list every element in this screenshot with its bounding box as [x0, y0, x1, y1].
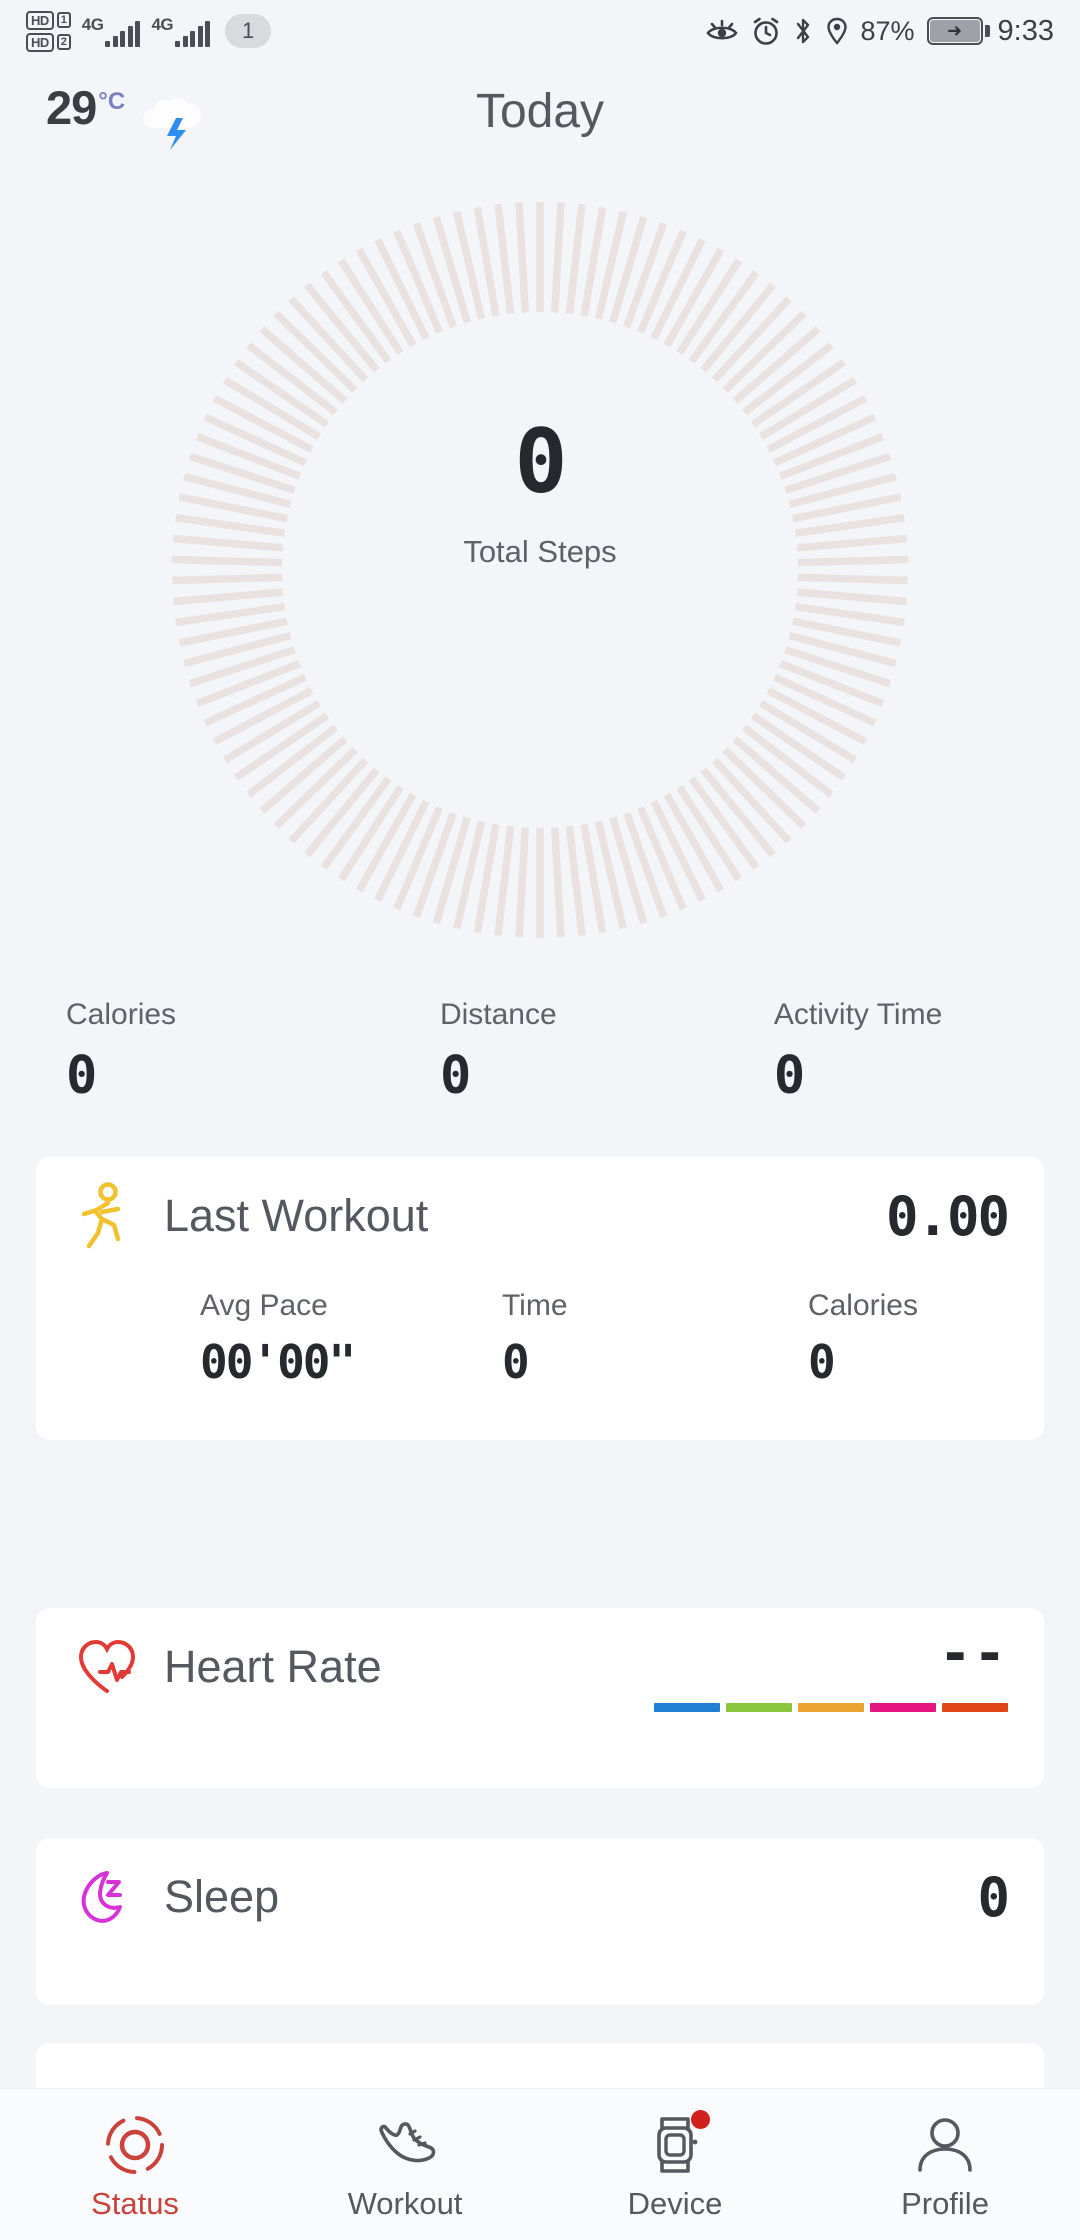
- last-workout-distance-value: 0.00: [885, 1184, 1010, 1248]
- network-type-2: 4G: [151, 14, 174, 34]
- last-workout-stats: Avg Pace 00'00" Time 0 Calories 0: [36, 1289, 1044, 1389]
- nav-item-workout[interactable]: Workout: [270, 2108, 540, 2222]
- nav-item-status[interactable]: Status: [0, 2108, 270, 2222]
- signal-bars-icon-1: [105, 20, 141, 47]
- workout-stat-avg-pace: Avg Pace 00'00": [72, 1289, 384, 1389]
- summary-label: Activity Time: [773, 998, 943, 1031]
- nav-label-profile: Profile: [901, 2185, 989, 2221]
- sim1-hd-indicator: HD 1: [26, 10, 71, 30]
- signal-indicator-2: 4G: [151, 14, 211, 47]
- network-type-1: 4G: [81, 14, 104, 34]
- last-workout-card[interactable]: Last Workout 0.00 Avg Pace 00'00" Time 0…: [36, 1157, 1044, 1440]
- bluetooth-icon: [793, 16, 813, 46]
- workout-stat-label: Time: [501, 1289, 568, 1322]
- hd-label-1: HD: [26, 10, 54, 30]
- heart-rate-zone-1: [654, 1703, 720, 1712]
- sim-number-2: 2: [56, 34, 71, 50]
- battery-percent-label: 87%: [860, 15, 915, 46]
- location-icon: [825, 16, 849, 46]
- summary-value: 0: [439, 1046, 471, 1106]
- nav-label-status: Status: [91, 2185, 179, 2221]
- running-shoe-icon: [369, 2108, 441, 2182]
- eye-comfort-icon: [705, 18, 739, 44]
- smartwatch-icon: [642, 2108, 710, 2182]
- alarm-icon: [751, 16, 781, 46]
- last-workout-value-wrap: 0.00: [885, 1184, 1010, 1248]
- nav-label-device: Device: [627, 2185, 723, 2221]
- sleep-card[interactable]: Sleep 0: [36, 1838, 1044, 2005]
- steps-ring-ticks: [172, 202, 908, 938]
- signal-indicator-1: 4G: [82, 16, 141, 47]
- status-bar: HD 1 HD 2 4G 4G 1 87% ➜ 9:33: [0, 0, 1080, 62]
- last-workout-card-header: Last Workout 0.00: [36, 1157, 1044, 1275]
- notification-count-badge: 1: [225, 14, 272, 48]
- heart-pulse-icon: [72, 1632, 142, 1702]
- running-person-icon: [72, 1181, 142, 1251]
- cloud-lightning-icon: [131, 88, 221, 150]
- workout-stat-value: 0: [807, 1335, 836, 1389]
- workout-stat-value: 00'00": [200, 1335, 356, 1389]
- nav-item-profile[interactable]: Profile: [810, 2108, 1080, 2222]
- activity-rings-icon: [102, 2108, 168, 2182]
- sim2-hd-indicator: HD 2: [26, 32, 71, 52]
- total-steps-label: Total Steps: [463, 534, 617, 569]
- steps-ring-center: 0 Total Steps: [160, 418, 920, 570]
- status-bar-right: 87% ➜ 9:33: [705, 14, 1054, 48]
- heart-rate-card-header: Heart Rate --: [36, 1608, 1044, 1726]
- device-notification-badge: [691, 2109, 710, 2129]
- sleep-card-header: Sleep 0: [36, 1838, 1044, 1956]
- sleep-value-wrap: 0: [977, 1865, 1009, 1929]
- daily-summary-row: Calories 0 Distance 0 Activity Time 0: [0, 998, 1080, 1106]
- battery-charging-icon: ➜: [926, 17, 990, 45]
- workout-stat-calories: Calories 0: [696, 1289, 1008, 1389]
- summary-value: 0: [66, 1046, 97, 1106]
- weather-unit: °C: [98, 88, 126, 115]
- workout-stat-time: Time 0: [384, 1289, 696, 1389]
- workout-stat-value: 0: [501, 1335, 530, 1389]
- bottom-navigation: Status Workout Device Profile: [0, 2088, 1080, 2240]
- heart-rate-card[interactable]: Heart Rate --: [36, 1608, 1044, 1788]
- summary-label: Distance: [439, 998, 557, 1031]
- dual-sim-indicators: HD 1 HD 2: [26, 10, 71, 52]
- heart-rate-value: --: [938, 1622, 1008, 1685]
- heart-rate-zone-5: [942, 1703, 1008, 1712]
- page-header: Today 29 °C: [0, 62, 1080, 172]
- last-workout-title: Last Workout: [164, 1190, 429, 1241]
- heart-rate-value-wrap: --: [654, 1622, 1008, 1712]
- heart-rate-zone-2: [726, 1703, 792, 1712]
- summary-item-distance[interactable]: Distance 0: [382, 998, 698, 1106]
- summary-value: 0: [773, 1046, 805, 1106]
- heart-rate-zone-4: [870, 1703, 936, 1712]
- summary-item-activity-time[interactable]: Activity Time 0: [698, 998, 1014, 1106]
- clock-label: 9:33: [997, 14, 1054, 47]
- workout-stat-label: Avg Pace: [200, 1289, 328, 1322]
- nav-item-device[interactable]: Device: [540, 2108, 810, 2222]
- workout-stat-label: Calories: [807, 1289, 918, 1322]
- status-bar-left: HD 1 HD 2 4G 4G 1: [26, 10, 272, 52]
- total-steps-value: 0: [514, 410, 568, 513]
- person-icon: [912, 2108, 978, 2182]
- heart-rate-zone-bars: [654, 1703, 1008, 1712]
- hd-label-2: HD: [26, 32, 54, 52]
- app-screen: HD 1 HD 2 4G 4G 1 87% ➜ 9:33 Today 29 °C…: [0, 0, 1080, 2240]
- heart-rate-title: Heart Rate: [164, 1641, 382, 1692]
- sleep-title: Sleep: [164, 1871, 280, 1922]
- summary-label: Calories: [66, 998, 177, 1031]
- weather-temperature: 29: [46, 81, 97, 134]
- signal-bars-icon-2: [175, 20, 211, 47]
- sleep-value: 0: [977, 1865, 1009, 1929]
- moon-sleep-icon: [72, 1862, 142, 1932]
- nav-label-workout: Workout: [347, 2185, 463, 2221]
- steps-ring[interactable]: 0 Total Steps: [160, 190, 920, 950]
- heart-rate-zone-3: [798, 1703, 864, 1712]
- sim-number-1: 1: [56, 12, 71, 28]
- summary-item-calories[interactable]: Calories 0: [66, 998, 382, 1106]
- weather-widget[interactable]: 29 °C: [46, 80, 221, 150]
